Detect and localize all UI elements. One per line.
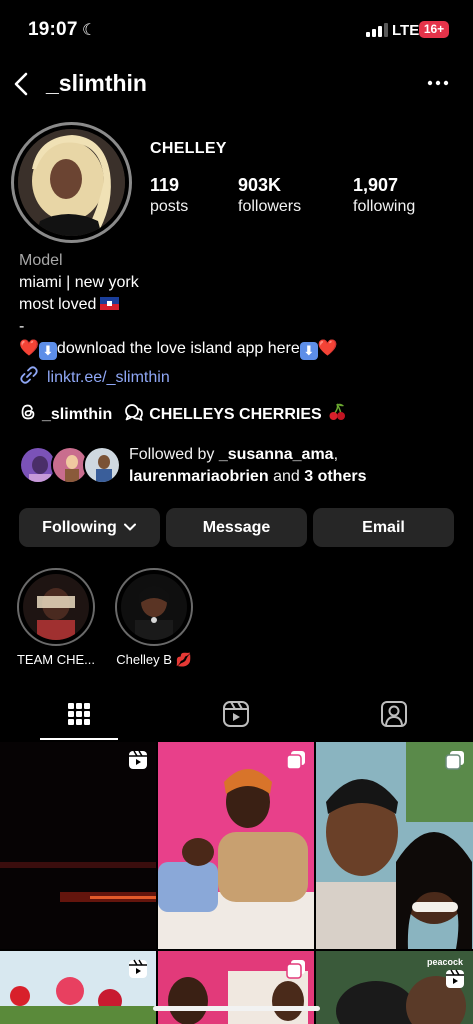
profile-header: _slimthin [0, 62, 473, 106]
followed-by-and: and [273, 468, 300, 485]
highlight-ring [17, 568, 95, 646]
broadcast-channel[interactable]: CHELLEYS CHERRIES [124, 402, 346, 427]
down-arrow-icon: ⬇ [38, 342, 57, 360]
battery-badge: 16+ [419, 21, 449, 38]
stat-following-label: following [353, 198, 416, 215]
grid-post[interactable] [158, 951, 314, 1024]
profile-username: _slimthin [46, 70, 147, 96]
post-grid: peacock [0, 742, 473, 1024]
tab-reels[interactable] [197, 693, 275, 739]
following-button[interactable]: Following [19, 508, 160, 547]
signal-icon [366, 23, 388, 37]
haiti-flag-icon [100, 297, 120, 310]
bio-line-download: ❤️ ⬇ download the love island app here ⬇ ❤️ [19, 338, 459, 360]
down-arrow-icon: ⬇ [299, 342, 318, 360]
message-button-label: Message [202, 518, 271, 536]
bio-line-location: miami | new york [19, 274, 139, 291]
highlight-label: Chelley B [116, 652, 172, 667]
link-icon [19, 365, 39, 390]
bio-line-dash: - [19, 318, 25, 335]
email-button-label: Email [362, 518, 405, 536]
lips-icon: 💋 [175, 652, 192, 667]
stat-followers[interactable]: 903K followers [238, 175, 301, 216]
carousel-icon [445, 750, 465, 770]
moon-icon: ☾ [82, 22, 97, 39]
channel-name: CHELLEYS CHERRIES [149, 405, 322, 423]
grid-post[interactable] [0, 951, 156, 1024]
message-button[interactable]: Message [166, 508, 307, 547]
stat-posts-value: 119 [150, 175, 180, 195]
avatar [18, 129, 125, 236]
reel-icon [445, 969, 465, 989]
chevron-down-icon [123, 519, 137, 537]
threads-badge[interactable]: _slimthin [19, 403, 112, 426]
threads-handle: _slimthin [42, 405, 113, 423]
threads-row: _slimthin CHELLEYS CHERRIES [19, 402, 359, 427]
grid-icon [67, 702, 91, 731]
profile-link[interactable]: linktr.ee/_slimthin [19, 365, 170, 390]
display-name: CHELLEY [150, 140, 227, 157]
status-time: 19:07 [28, 19, 78, 40]
profile-tabs [0, 693, 473, 741]
story-highlight[interactable]: Chelley B 💋 [114, 568, 194, 668]
grid-post[interactable] [316, 742, 473, 949]
tab-grid[interactable] [40, 693, 118, 739]
tagged-icon [380, 700, 408, 733]
home-indicator[interactable] [153, 1006, 320, 1011]
peacock-logo: peacock [426, 957, 463, 967]
threads-icon [19, 403, 37, 426]
channel-icon [124, 403, 144, 426]
stat-followers-value: 903K [238, 175, 282, 195]
followed-by[interactable]: Followed by _susanna_ama, laurenmariaobr… [19, 444, 459, 488]
profile-link-text: linktr.ee/_slimthin [47, 368, 170, 386]
stat-posts-label: posts [150, 198, 189, 215]
followed-by-prefix: Followed by [129, 446, 215, 463]
stat-posts[interactable]: 119 posts [150, 175, 188, 216]
highlight-thumbnail [121, 574, 187, 640]
story-highlight[interactable]: TEAM CHE... [16, 568, 96, 667]
back-icon[interactable] [8, 68, 36, 100]
mutual-user-2[interactable]: laurenmariaobrien [129, 468, 269, 485]
email-button[interactable]: Email [313, 508, 454, 547]
cherries-icon [327, 402, 347, 427]
bio-line-loved-text: most loved [19, 296, 97, 313]
carousel-icon [286, 959, 306, 979]
highlight-label-row: Chelley B 💋 [114, 652, 194, 668]
grid-post[interactable] [0, 742, 156, 949]
grid-post[interactable] [158, 742, 314, 949]
tab-tagged[interactable] [355, 693, 433, 739]
mutual-avatar [83, 446, 121, 484]
profile-bio: Model miami | new york most loved - ❤️ ⬇ d… [19, 250, 459, 360]
carousel-icon [286, 750, 306, 770]
network-label: LTE [392, 22, 420, 39]
status-bar: 19:07 ☾ LTE 16+ [0, 0, 473, 60]
stat-following[interactable]: 1,907 following [353, 175, 415, 216]
bio-line-download-text: download the love island app here [56, 340, 300, 357]
reel-icon [128, 959, 148, 979]
reel-icon [128, 750, 148, 770]
stat-followers-label: followers [238, 198, 302, 215]
reels-icon [222, 700, 250, 733]
bio-line-loved: most loved [19, 294, 459, 316]
highlight-label: TEAM CHE... [16, 652, 95, 667]
following-button-label: Following [42, 518, 117, 536]
heart-icon: ❤️ [19, 340, 39, 357]
mutual-others[interactable]: 3 others [304, 468, 366, 485]
active-tab-indicator [40, 738, 118, 740]
more-options-icon[interactable] [420, 68, 456, 98]
followed-by-text: Followed by _susanna_ama, laurenmariaobr… [129, 446, 367, 485]
profile-category: Model [19, 252, 63, 269]
stat-following-value: 1,907 [353, 175, 399, 195]
highlight-ring [115, 568, 193, 646]
heart-icon: ❤️ [317, 340, 338, 357]
grid-post[interactable]: peacock [316, 951, 473, 1024]
highlight-thumbnail [23, 574, 89, 640]
mutual-user-1[interactable]: _susanna_ama [219, 446, 334, 463]
profile-avatar-ring[interactable] [11, 122, 132, 243]
